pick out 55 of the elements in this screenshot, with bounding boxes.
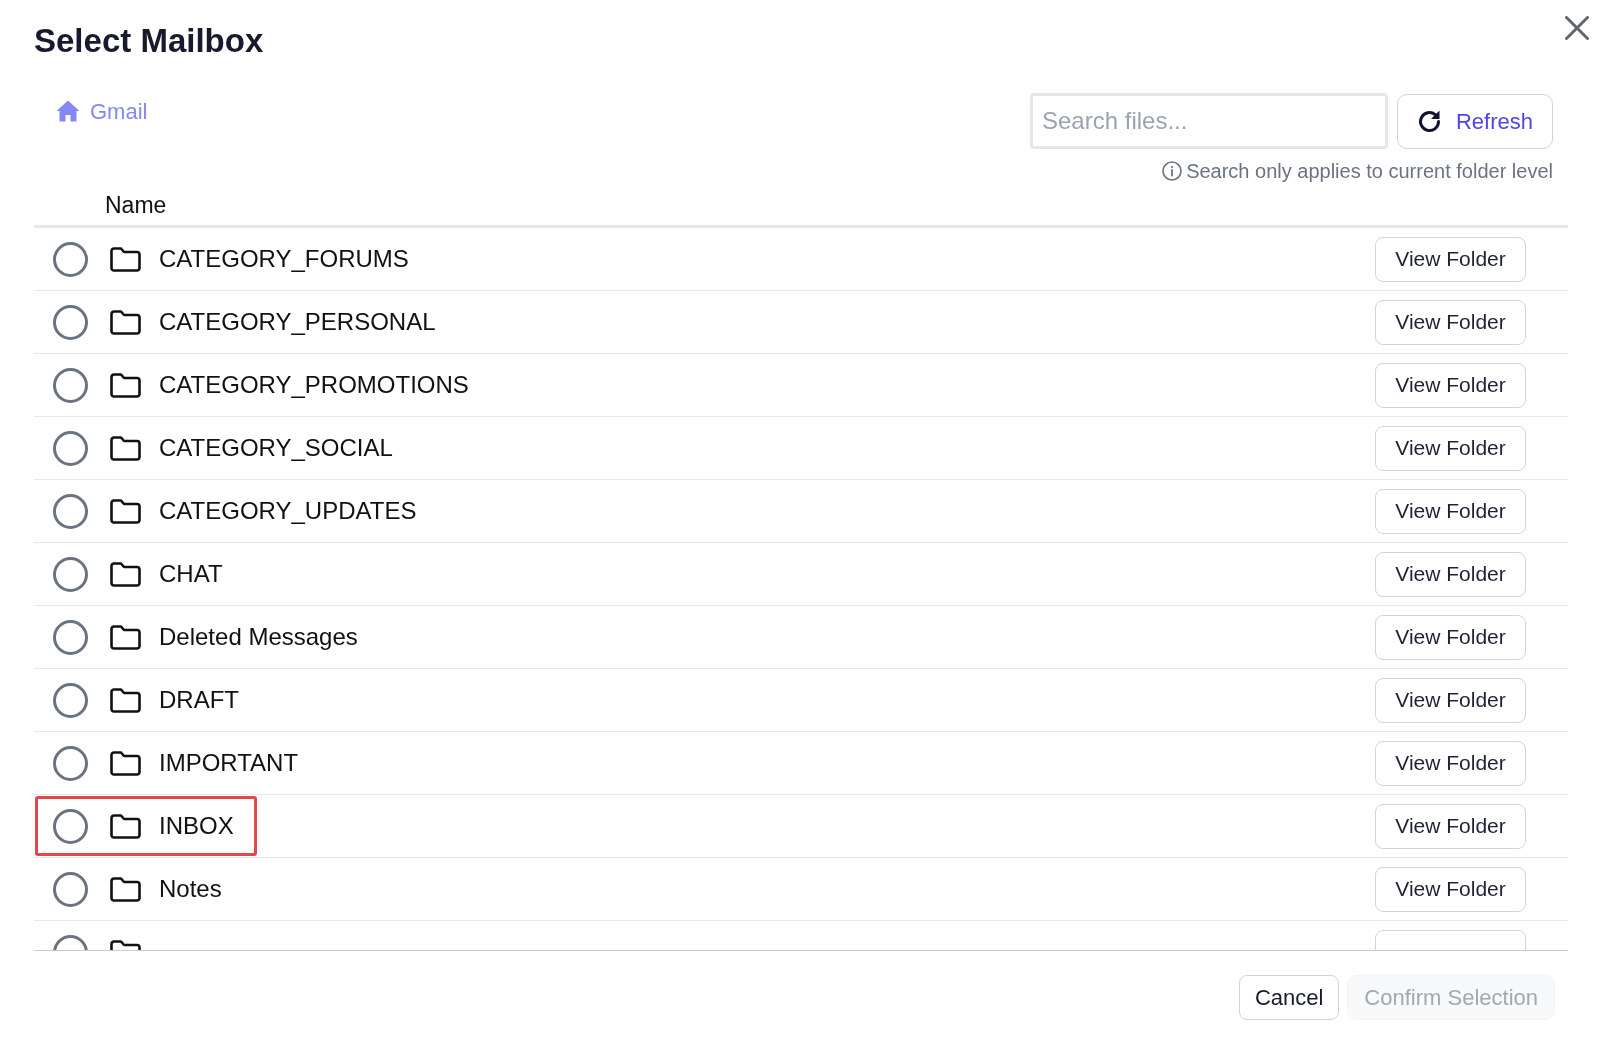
folder-icon (110, 813, 141, 839)
info-icon (1162, 161, 1183, 181)
radio-button[interactable] (53, 808, 88, 844)
folder-name: CHAT (159, 559, 223, 589)
folder-icon (110, 876, 141, 902)
folder-icon (110, 687, 141, 713)
view-folder-button[interactable]: View Folder (1375, 614, 1526, 660)
view-folder-button[interactable]: View Folder (1375, 236, 1526, 282)
folder-icon (110, 372, 141, 398)
home-icon (56, 100, 80, 122)
radio-button[interactable] (53, 556, 88, 592)
dialog-title: Select Mailbox (34, 21, 264, 61)
radio-button[interactable] (53, 493, 88, 529)
folder-name: CATEGORY_UPDATES (159, 496, 417, 526)
view-folder-button[interactable]: View Folder (1375, 803, 1526, 849)
folder-name: CATEGORY_FORUMS (159, 244, 409, 274)
close-icon (1565, 16, 1589, 40)
search-hint: Search only applies to current folder level (1186, 159, 1553, 183)
folder-name: CATEGORY_SOCIAL (159, 433, 393, 463)
folder-name: IMPORTANT (159, 748, 299, 778)
refresh-button[interactable]: Refresh (1397, 93, 1553, 149)
folder-name: DRAFT (159, 685, 239, 715)
view-folder-button[interactable]: View Folder (1375, 551, 1526, 597)
folder-icon (110, 561, 141, 587)
radio-button[interactable] (53, 304, 88, 340)
folder-icon (110, 246, 141, 272)
folder-icon (110, 309, 141, 335)
radio-button[interactable] (53, 682, 88, 718)
view-folder-button[interactable]: View Folder (1375, 299, 1526, 345)
radio-button[interactable] (53, 430, 88, 466)
radio-button[interactable] (53, 241, 88, 277)
column-header: Name (105, 191, 167, 219)
refresh-icon (1416, 108, 1442, 134)
folder-icon (110, 624, 141, 650)
radio-button[interactable] (53, 871, 88, 907)
view-folder-button[interactable]: View Folder (1375, 425, 1526, 471)
close-button[interactable] (1565, 16, 1589, 40)
radio-button[interactable] (53, 367, 88, 403)
folder-name: CATEGORY_PERSONAL (159, 307, 436, 337)
folder-icon (110, 435, 141, 461)
search-field[interactable]: Search files... (1030, 93, 1388, 149)
radio-button[interactable] (53, 745, 88, 781)
view-folder-button[interactable]: View Folder (1375, 488, 1526, 534)
radio-button[interactable] (53, 619, 88, 655)
view-folder-button[interactable]: View Folder (1375, 677, 1526, 723)
cancel-button[interactable]: Cancel (1238, 975, 1340, 1020)
view-folder-button[interactable]: View Folder (1375, 740, 1526, 786)
view-folder-button[interactable]: View Folder (1375, 866, 1526, 912)
folder-name: Deleted Messages (159, 622, 358, 652)
folder-name: CATEGORY_PROMOTIONS (159, 370, 469, 400)
folder-icon (110, 498, 141, 524)
folder-name: Notes (159, 874, 222, 904)
folder-name: INBOX (159, 811, 234, 841)
view-folder-button[interactable]: View Folder (1375, 362, 1526, 408)
folder-icon (110, 750, 141, 776)
